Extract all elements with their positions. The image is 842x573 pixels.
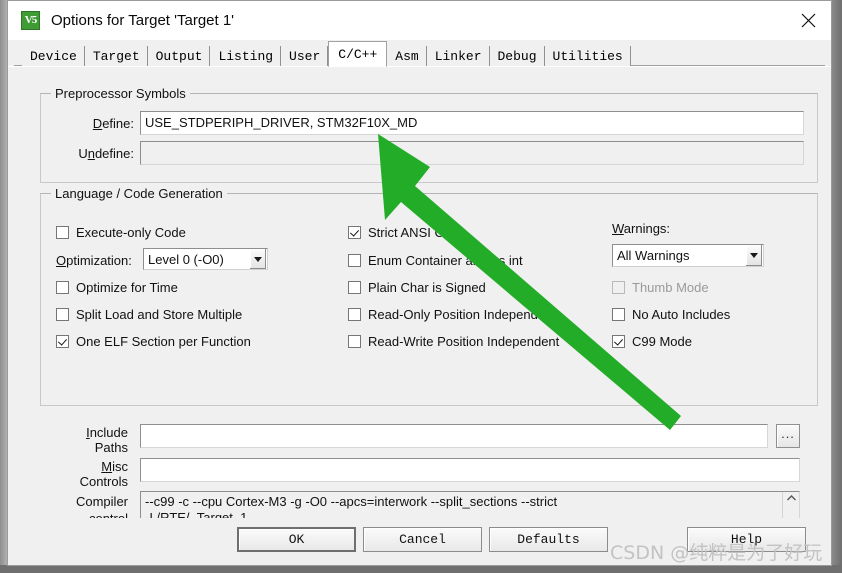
tab-strip: Device Target Output Listing User C/C++ … <box>8 40 831 67</box>
checkbox-split-load-and-store-multiple[interactable]: Split Load and Store Multiple <box>56 306 242 323</box>
checkbox-box <box>612 335 625 348</box>
keil-uvision-icon-glyph: V5 <box>24 14 37 26</box>
tab-device[interactable]: Device <box>22 46 85 66</box>
checkbox-one-elf-section-per-function[interactable]: One ELF Section per Function <box>56 333 251 350</box>
tab-debug[interactable]: Debug <box>489 46 545 66</box>
checkbox-box <box>348 335 361 348</box>
close-window-button[interactable] <box>785 1 831 40</box>
checkbox-box <box>612 281 625 294</box>
misc-controls-input[interactable] <box>140 458 800 482</box>
checkbox-box <box>348 254 361 267</box>
optimization-dropdown[interactable]: Level 0 (-O0) <box>143 248 268 270</box>
tab-listing[interactable]: Listing <box>210 46 282 66</box>
checkbox-execute-only-code[interactable]: Execute-only Code <box>56 224 186 241</box>
checkbox-thumb-mode: Thumb Mode <box>612 279 709 296</box>
tab-output[interactable]: Output <box>147 46 211 66</box>
title-bar: V5 Options for Target 'Target 1' <box>8 1 831 40</box>
checkbox-label: One ELF Section per Function <box>76 334 251 349</box>
checkbox-plain-char-is-signed[interactable]: Plain Char is Signed <box>348 279 486 296</box>
checkbox-label: Execute-only Code <box>76 225 186 240</box>
checkbox-label: Split Load and Store Multiple <box>76 307 243 322</box>
chevron-down-icon[interactable] <box>745 245 762 266</box>
checkbox-label: Thumb Mode <box>632 280 709 295</box>
include-paths-input[interactable] <box>140 424 768 448</box>
define-input[interactable]: USE_STDPERIPH_DRIVER, STM32F10X_MD <box>140 111 804 135</box>
checkbox-c99-mode[interactable]: C99 Mode <box>612 333 692 350</box>
checkbox-label: Strict ANSI C <box>368 225 444 240</box>
tab-user[interactable]: User <box>281 46 329 66</box>
checkbox-box <box>56 226 69 239</box>
language-code-generation-legend: Language / Code Generation <box>51 186 227 201</box>
chevron-down-icon[interactable] <box>249 249 266 269</box>
compiler-label-line1: Compiler <box>75 494 128 509</box>
include-paths-label: Include Paths <box>86 425 128 455</box>
tab-target[interactable]: Target <box>84 46 148 66</box>
checkbox-label: C99 Mode <box>632 334 692 349</box>
warnings-dropdown[interactable]: All Warnings <box>612 244 764 267</box>
checkbox-read-write-position-independent[interactable]: Read-Write Position Independent <box>348 333 559 350</box>
checkbox-label: Plain Char is Signed <box>368 280 486 295</box>
checkbox-box <box>56 308 69 321</box>
tab-linker[interactable]: Linker <box>426 46 490 66</box>
include-paths-label-line2: Paths <box>94 440 128 455</box>
undefine-input[interactable] <box>140 141 804 165</box>
include-paths-browse-button[interactable]: ... <box>776 424 800 448</box>
checkbox-optimize-for-time[interactable]: Optimize for Time <box>56 279 178 296</box>
desktop-backdrop-bottom <box>0 565 842 573</box>
tab-c-cpp[interactable]: C/C++ <box>328 41 388 67</box>
tab-asm[interactable]: Asm <box>387 46 427 66</box>
cancel-button[interactable]: Cancel <box>363 527 482 552</box>
undefine-label: Undefine: <box>78 146 134 161</box>
checkbox-box <box>348 281 361 294</box>
warnings-value: All Warnings <box>617 248 690 263</box>
warnings-label: Warnings: <box>612 221 671 236</box>
checkbox-box <box>56 281 69 294</box>
preprocessor-symbols-group: Preprocessor Symbols <box>40 86 818 183</box>
checkbox-label: No Auto Includes <box>632 307 731 322</box>
window-title: Options for Target 'Target 1' <box>51 12 235 29</box>
checkbox-label: Enum Container always int <box>368 253 523 268</box>
dialog-button-bar: OK Cancel Defaults Help <box>8 518 831 565</box>
preprocessor-symbols-legend: Preprocessor Symbols <box>51 86 190 101</box>
ok-button[interactable]: OK <box>237 527 356 552</box>
checkbox-enum-container-always-int[interactable]: Enum Container always int <box>348 252 523 269</box>
defaults-button[interactable]: Defaults <box>489 527 608 552</box>
misc-controls-label: Misc Controls <box>79 459 128 489</box>
close-icon <box>801 13 815 28</box>
desktop-backdrop-right <box>832 0 842 573</box>
tab-list: Device Target Output Listing User C/C++ … <box>22 40 831 67</box>
optimization-value: Level 0 (-O0) <box>148 251 224 267</box>
checkbox-box <box>348 308 361 321</box>
checkbox-box <box>612 308 625 321</box>
checkbox-box <box>56 335 69 348</box>
checkbox-label: Read-Only Position Independent <box>368 307 556 322</box>
checkbox-no-auto-includes[interactable]: No Auto Includes <box>612 306 730 323</box>
help-button[interactable]: Help <box>687 527 806 552</box>
optimization-label: Optimization: <box>56 253 132 268</box>
chevron-up-icon[interactable] <box>786 494 797 502</box>
checkbox-box <box>348 226 361 239</box>
tab-utilities[interactable]: Utilities <box>544 46 631 66</box>
keil-uvision-icon: V5 <box>21 11 40 30</box>
checkbox-label: Optimize for Time <box>76 280 178 295</box>
options-dialog: V5 Options for Target 'Target 1' Device … <box>7 0 832 566</box>
checkbox-strict-ansi-c[interactable]: Strict ANSI C <box>348 224 444 241</box>
define-label: Define: <box>92 116 134 131</box>
misc-controls-label-line2: Controls <box>79 474 128 489</box>
dialog-body: Preprocessor Symbols Define: USE_STDPERI… <box>8 66 831 550</box>
checkbox-label: Read-Write Position Independent <box>368 334 560 349</box>
checkbox-read-only-position-independent[interactable]: Read-Only Position Independent <box>348 306 556 323</box>
